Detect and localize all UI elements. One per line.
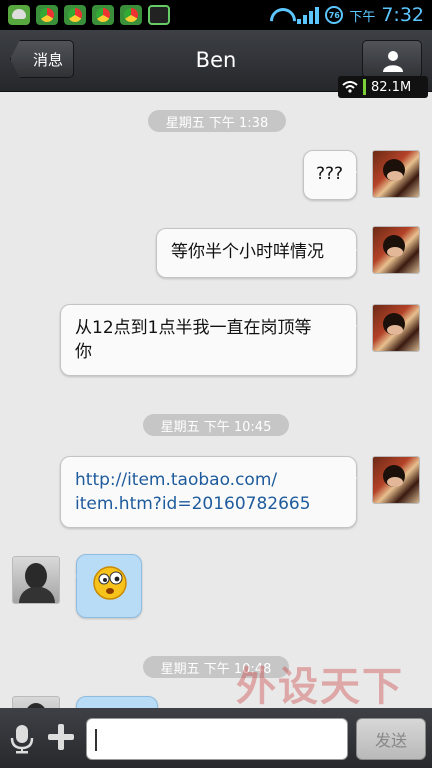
person-icon — [383, 51, 403, 72]
network-bar — [363, 79, 366, 95]
microphone-icon[interactable] — [10, 724, 34, 754]
status-bar: 76 下午 7:32 — [0, 0, 432, 30]
message-input[interactable] — [86, 718, 348, 760]
message-link[interactable]: item.htm?id=20160782665 — [75, 492, 342, 516]
battery-notification-icon — [148, 5, 170, 25]
battery-icon: 76 — [325, 6, 344, 24]
timestamp: 星期五 下午 10:48 — [143, 656, 289, 678]
network-speed: 82.1M — [371, 79, 412, 95]
message-text: 从12点到1点半我一直在岗顶等 — [75, 318, 312, 338]
clock-time: 7:32 — [381, 4, 424, 26]
contact-avatar[interactable] — [12, 696, 60, 708]
my-avatar[interactable] — [372, 226, 420, 274]
chrome-notification-icon — [36, 5, 58, 25]
timestamp: 星期五 下午 10:45 — [143, 414, 289, 436]
message-text: 等你半个小时咩情况 — [171, 242, 324, 262]
contact-avatar[interactable] — [12, 556, 60, 604]
wifi-icon — [269, 6, 291, 24]
message-bubble[interactable] — [76, 554, 142, 618]
signal-icon — [297, 6, 320, 24]
notification-icons — [8, 5, 170, 25]
message-bubble[interactable] — [76, 696, 158, 708]
input-bar: 发送 — [0, 708, 432, 768]
wifi-icon — [342, 81, 358, 93]
chrome-notification-icon — [120, 5, 142, 25]
chrome-notification-icon — [92, 5, 114, 25]
send-button[interactable]: 发送 — [356, 718, 426, 760]
back-button[interactable]: 消息 — [10, 40, 74, 78]
message-bubble[interactable]: 等你半个小时咩情况 — [156, 228, 357, 278]
message-bubble[interactable]: ??? — [303, 150, 357, 200]
contact-profile-button[interactable] — [362, 40, 422, 78]
my-avatar[interactable] — [372, 456, 420, 504]
network-speed-overlay: 82.1M — [338, 76, 428, 98]
plus-icon[interactable] — [46, 722, 76, 752]
clock-ampm: 下午 — [349, 9, 376, 25]
message-text: 你 — [75, 342, 92, 362]
my-avatar[interactable] — [372, 304, 420, 352]
my-avatar[interactable] — [372, 150, 420, 198]
chat-area[interactable]: 星期五 下午 1:38 ??? 等你半个小时咩情况 从12点到1点半我一直在岗顶… — [0, 92, 432, 708]
chrome-notification-icon — [64, 5, 86, 25]
message-link[interactable]: http://item.taobao.com/ — [75, 468, 342, 492]
timestamp: 星期五 下午 1:38 — [148, 110, 286, 132]
bug-notification-icon — [8, 5, 30, 25]
message-bubble[interactable]: http://item.taobao.com/ item.htm?id=2016… — [60, 456, 357, 528]
message-bubble[interactable]: 从12点到1点半我一直在岗顶等 你 — [60, 304, 357, 376]
emoji-icon — [93, 566, 127, 600]
message-text: ??? — [316, 164, 344, 184]
